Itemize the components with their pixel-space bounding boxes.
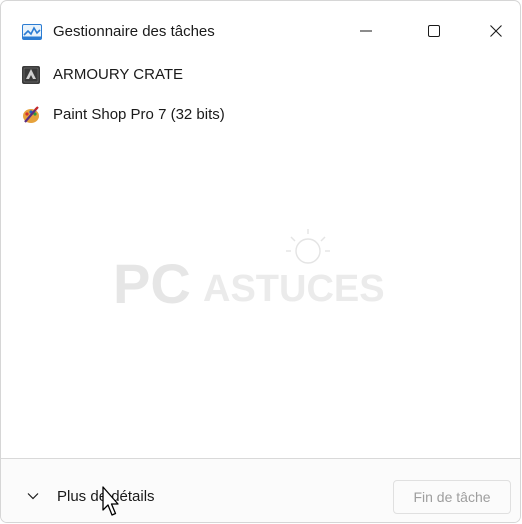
- close-icon: [490, 25, 502, 37]
- paint-shop-pro-icon: [22, 106, 40, 124]
- pc-astuces-watermark: PC ASTUCES: [113, 229, 385, 315]
- title-bar[interactable]: Gestionnaire des tâches: [1, 1, 520, 57]
- app-label: ARMOURY CRATE: [53, 66, 184, 83]
- list-item-armoury-crate[interactable]: ARMOURY CRATE: [1, 59, 520, 91]
- task-manager-window: Gestionnaire des tâches ARMOURY CRATE Pa…: [0, 0, 521, 523]
- minimize-icon: [360, 30, 372, 32]
- window-title: Gestionnaire des tâches: [53, 23, 215, 40]
- watermark-text-astuces: ASTUCES: [203, 268, 385, 310]
- more-details-toggle[interactable]: Plus de détails: [25, 485, 155, 507]
- minimize-button[interactable]: [343, 13, 389, 49]
- chevron-down-icon: [27, 493, 39, 500]
- watermark-text-pc: PC: [113, 252, 191, 315]
- maximize-button[interactable]: [411, 13, 457, 49]
- app-label: Paint Shop Pro 7 (32 bits): [53, 106, 225, 123]
- list-item-paint-shop-pro[interactable]: Paint Shop Pro 7 (32 bits): [1, 99, 520, 131]
- armoury-crate-icon: [22, 66, 40, 84]
- end-task-button[interactable]: Fin de tâche: [393, 480, 511, 514]
- footer-bar: Plus de détails Fin de tâche: [1, 458, 520, 522]
- close-button[interactable]: [473, 13, 519, 49]
- mouse-cursor-icon: [102, 486, 119, 516]
- task-manager-icon: [22, 24, 42, 40]
- maximize-icon: [428, 25, 440, 37]
